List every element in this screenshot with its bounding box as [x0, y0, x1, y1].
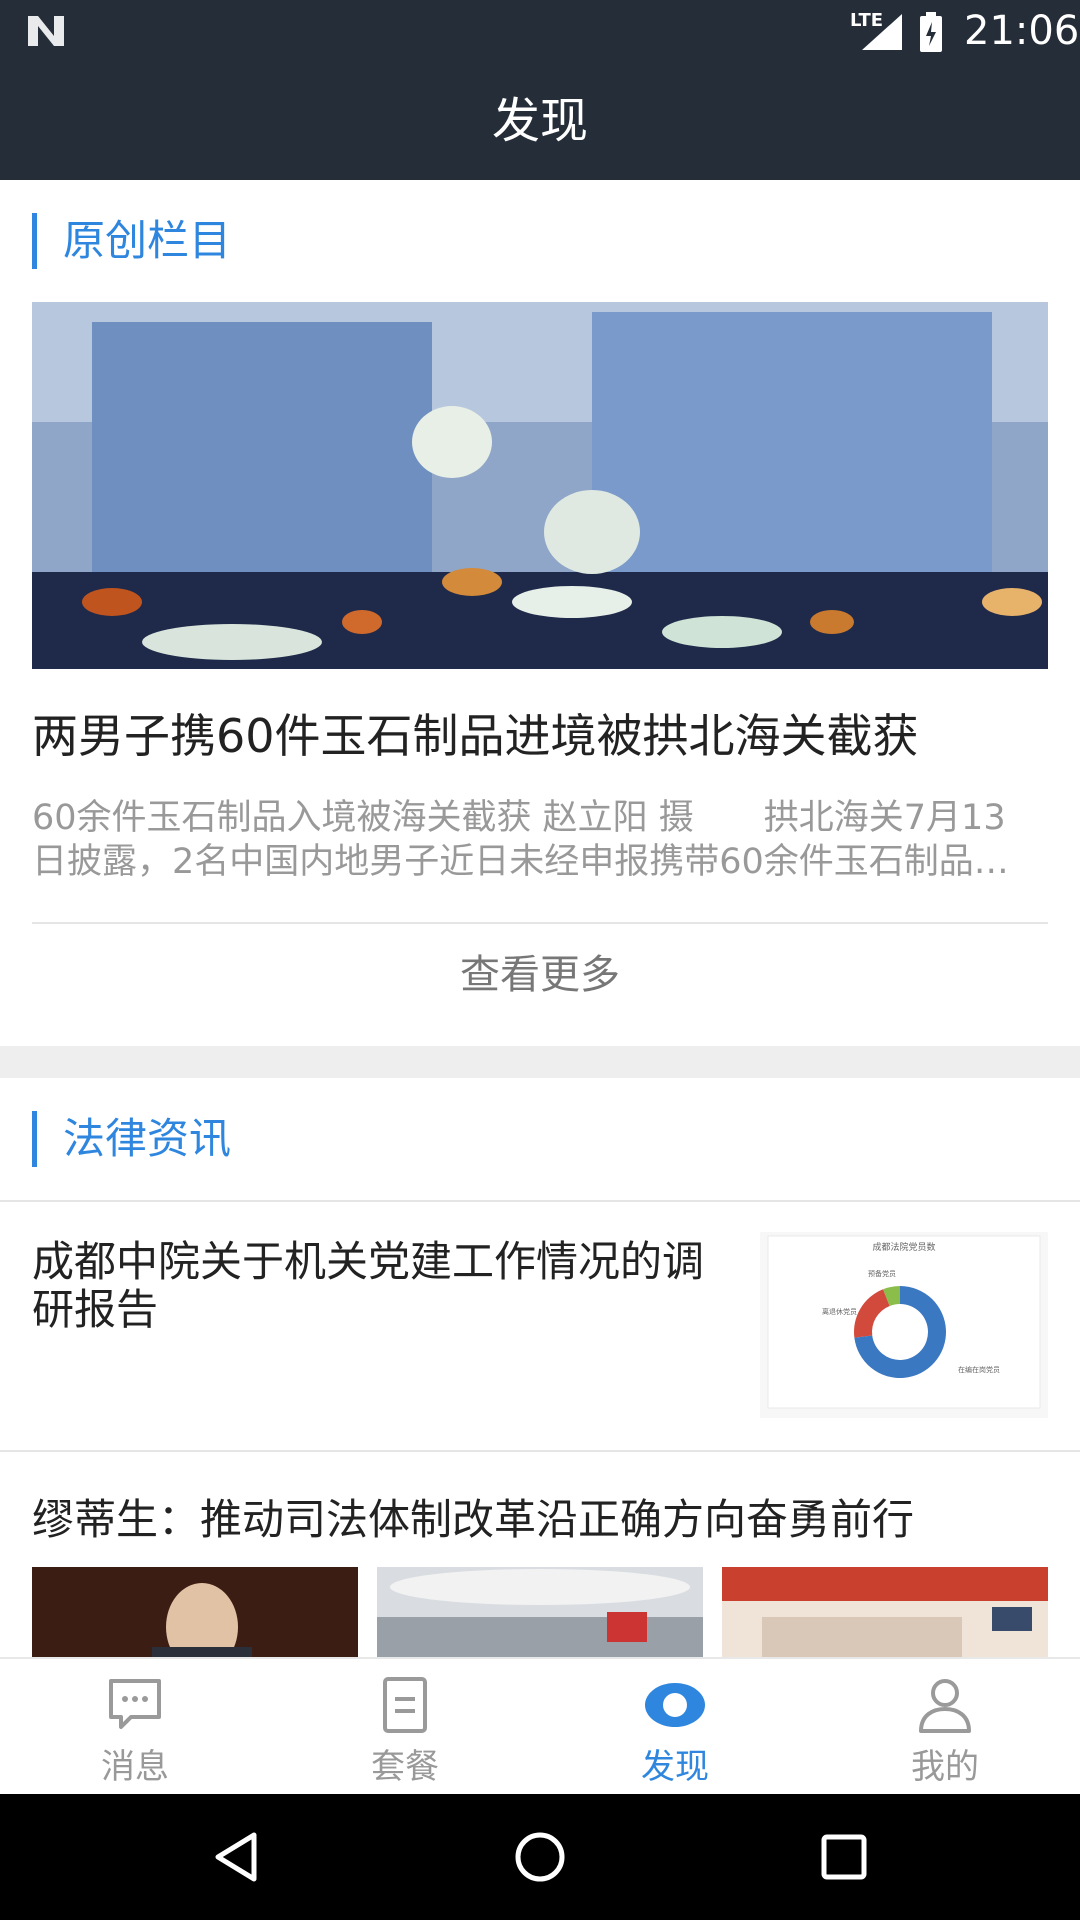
summary-line: 60余件玉石制品入境被海关截获 赵立阳 摄 拱北海关7月13 [32, 798, 1006, 838]
tab-packages[interactable]: 套餐 [270, 1659, 540, 1796]
bottom-tab-bar: 消息 套餐 发现 我的 [0, 1657, 1080, 1796]
chart-label: 离退休党员 [822, 1307, 857, 1316]
tab-label: 发现 [641, 1747, 709, 1787]
section-header-legal: 法律资讯 [32, 1111, 231, 1167]
news-image[interactable] [722, 1567, 1048, 1657]
news-title[interactable]: 缪蒂生：推动司法体制改革沿正确方向奋勇前行 [32, 1486, 1048, 1547]
message-icon [109, 1679, 161, 1729]
n-logo-icon [28, 16, 64, 46]
tab-profile[interactable]: 我的 [810, 1659, 1080, 1796]
chart-label: 在编在岗党员 [958, 1365, 1000, 1374]
divider [32, 922, 1048, 924]
back-icon[interactable] [212, 1831, 260, 1883]
tab-label: 我的 [911, 1747, 979, 1787]
ceremony-photo [722, 1567, 1048, 1657]
battery-icon [920, 12, 942, 52]
chart-title: 成都法院党员数 [872, 1241, 935, 1253]
recents-icon[interactable] [820, 1833, 868, 1881]
news-thumbnail-chart[interactable]: 成都法院党员数 预备党员 离退休党员 在编在岗党员 [760, 1232, 1048, 1418]
donut-chart: 成都法院党员数 预备党员 离退休党员 在编在岗党员 [767, 1235, 1041, 1409]
news-image[interactable] [32, 1567, 358, 1657]
home-icon[interactable] [514, 1831, 566, 1883]
app-bar: 发现 [0, 63, 1080, 180]
user-icon [919, 1679, 971, 1733]
news-title[interactable]: 成都中院关于机关党建工作情况的调研报告 [32, 1238, 732, 1334]
view-more-button[interactable]: 查看更多 [0, 925, 1080, 1025]
meeting-room-photo [377, 1567, 703, 1657]
headline-title[interactable]: 两男子携60件玉石制品进境被拱北海关截获 [32, 700, 1048, 766]
divider [0, 1200, 1080, 1202]
tab-label: 套餐 [371, 1747, 439, 1787]
status-time: 21:06 [964, 8, 1080, 54]
tab-label: 消息 [101, 1747, 169, 1787]
signal-icon [862, 14, 902, 50]
status-bar: LTE 21:06 [0, 0, 1080, 63]
speaker-photo [32, 1567, 358, 1657]
document-icon [383, 1677, 427, 1733]
page-title: 发现 [491, 93, 588, 149]
summary-line: 日披露，2名中国内地男子近日未经申报携带60余件玉石制品… [32, 842, 1009, 882]
news-image[interactable] [377, 1567, 703, 1657]
tab-messages[interactable]: 消息 [0, 1659, 270, 1796]
chart-label: 预备党员 [868, 1269, 896, 1278]
headline-summary: 60余件玉石制品入境被海关截获 赵立阳 摄 拱北海关7月13 日披露，2名中国内… [32, 796, 1048, 884]
tab-discover[interactable]: 发现 [540, 1659, 810, 1796]
headline-image[interactable] [32, 302, 1048, 669]
system-nav-bar [0, 1794, 1080, 1920]
discover-icon [645, 1683, 705, 1727]
divider [0, 1450, 1080, 1452]
section-gap [0, 1046, 1080, 1078]
jade-photo [32, 302, 1048, 669]
section-header-original: 原创栏目 [32, 213, 231, 269]
